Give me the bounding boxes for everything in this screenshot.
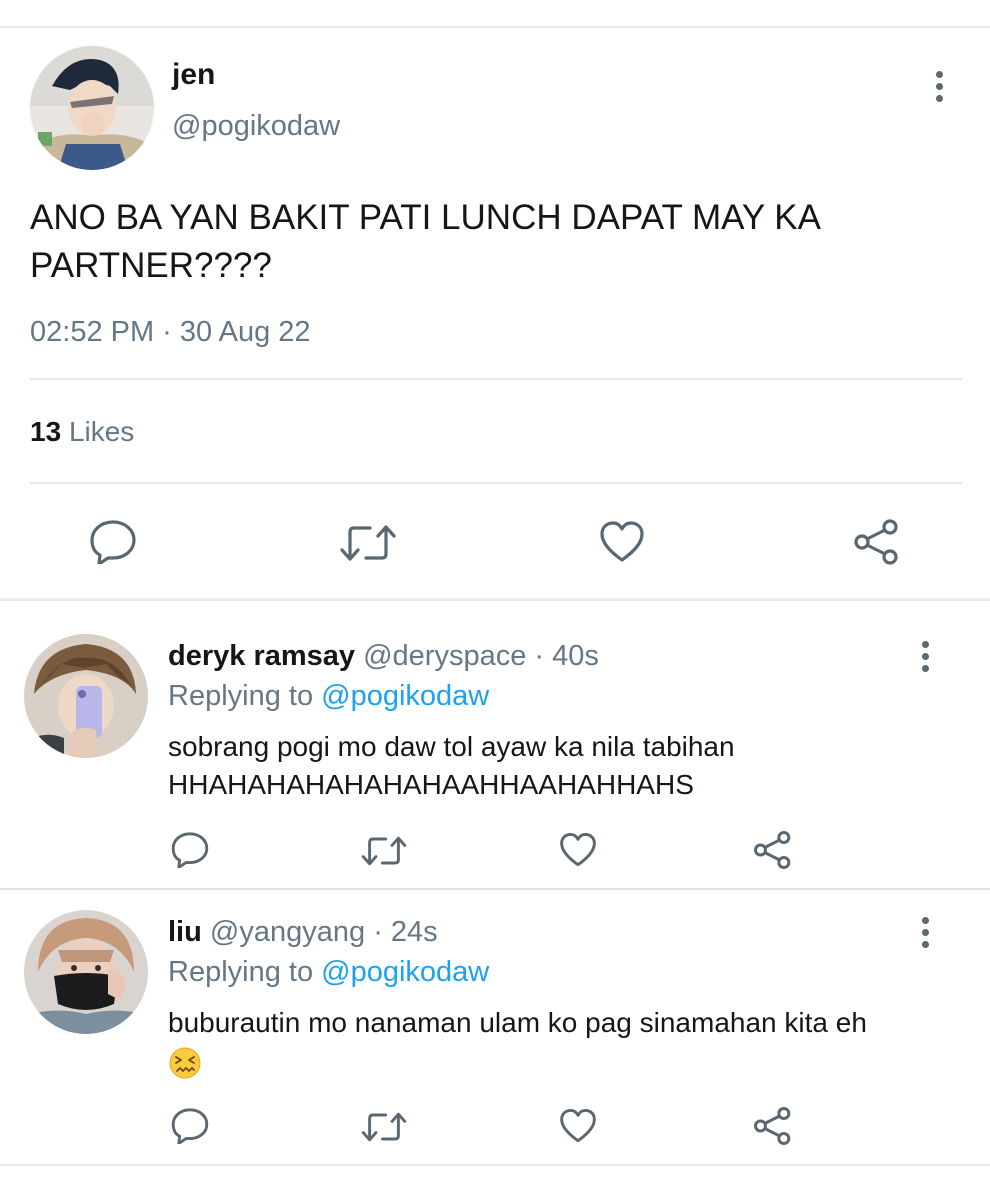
reply-button[interactable] <box>88 518 138 564</box>
more-vertical-icon[interactable] <box>913 912 937 952</box>
like-button[interactable] <box>558 1108 598 1144</box>
like-button[interactable] <box>598 520 646 564</box>
reply-time: · 24s <box>373 916 438 948</box>
replying-to: Replying to @pogikodaw <box>168 680 489 713</box>
more-vertical-icon[interactable] <box>927 66 951 106</box>
reply-icon <box>171 1108 209 1144</box>
confounded-face-emoji <box>169 1047 201 1079</box>
main-tweet: jen @pogikodaw ANO BA YAN BAKIT PATI LUN… <box>0 28 990 600</box>
mention-link[interactable]: @pogikodaw <box>321 956 489 988</box>
section-divider <box>0 598 990 601</box>
retweet-icon <box>361 836 407 866</box>
reply-text-line: HHAHAHAHAHAHAHAAHHAAHAHHAHS <box>168 769 694 800</box>
share-icon <box>754 831 791 869</box>
reply-header: deryk ramsay @deryspace · 40s <box>168 640 599 673</box>
like-button[interactable] <box>558 832 598 868</box>
section-divider <box>0 888 990 890</box>
reply-icon <box>90 520 136 564</box>
author-name[interactable]: jen <box>172 58 215 92</box>
reply-text: sobrang pogi mo daw tol ayaw ka nila tab… <box>168 728 948 804</box>
tweet-text: ANO BA YAN BAKIT PATI LUNCH DAPAT MAY KA… <box>30 198 820 285</box>
retweet-button[interactable] <box>360 1110 408 1144</box>
replying-prefix: Replying to <box>168 680 314 712</box>
author-name[interactable]: deryk ramsay <box>168 640 355 672</box>
retweet-icon <box>361 1112 407 1142</box>
reply-time: · 40s <box>534 640 599 672</box>
reply-header: liu @yangyang · 24s <box>168 916 438 949</box>
avatar[interactable] <box>24 910 148 1034</box>
reply-icon <box>171 832 209 868</box>
replying-prefix: Replying to <box>168 956 314 988</box>
retweet-button[interactable] <box>338 522 398 564</box>
divider <box>30 482 962 484</box>
author-handle[interactable]: @deryspace <box>363 640 526 672</box>
emoji-line <box>168 1042 948 1082</box>
author-name[interactable]: liu <box>168 916 202 948</box>
reply-text-line: sobrang pogi mo daw tol ayaw ka nila tab… <box>168 731 735 762</box>
reply-button[interactable] <box>170 830 210 868</box>
likes-number: 13 <box>30 416 62 447</box>
reply-text-line: buburautin mo nanaman ulam ko pag sinama… <box>168 1007 867 1038</box>
share-button[interactable] <box>852 518 902 566</box>
share-button[interactable] <box>752 1106 794 1146</box>
share-button[interactable] <box>752 830 794 870</box>
replying-to: Replying to @pogikodaw <box>168 956 489 989</box>
more-vertical-icon[interactable] <box>913 636 937 676</box>
section-divider <box>0 1164 990 1166</box>
share-icon <box>754 1107 791 1145</box>
reply-button[interactable] <box>170 1106 210 1144</box>
heart-icon <box>600 521 644 562</box>
reply-text: buburautin mo nanaman ulam ko pag sinama… <box>168 1004 948 1082</box>
likes-count[interactable]: 13 Likes <box>30 416 134 448</box>
avatar[interactable] <box>24 634 148 758</box>
heart-icon <box>560 832 596 867</box>
author-handle[interactable]: @pogikodaw <box>172 110 340 143</box>
avatar[interactable] <box>30 46 154 170</box>
share-icon <box>854 519 898 565</box>
likes-label: Likes <box>68 416 135 447</box>
mention-link[interactable]: @pogikodaw <box>321 680 489 712</box>
retweet-button[interactable] <box>360 834 408 868</box>
heart-icon <box>560 1108 596 1143</box>
retweet-icon <box>340 525 396 561</box>
tweet-timestamp[interactable]: 02:52 PM · 30 Aug 22 <box>30 316 311 349</box>
divider <box>30 378 962 380</box>
author-handle[interactable]: @yangyang <box>210 916 365 948</box>
